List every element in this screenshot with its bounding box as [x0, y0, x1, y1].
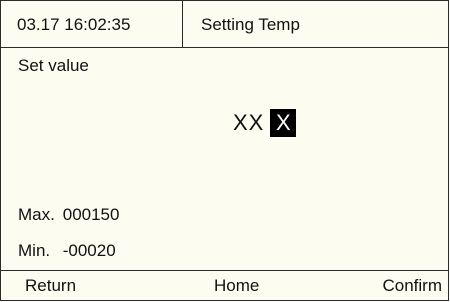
header-bar: 03.17 16:02:35 Setting Temp: [1, 1, 448, 48]
footer-bar: Return Home Confirm: [1, 270, 448, 300]
max-label: Max.: [18, 205, 55, 224]
header-divider: [182, 1, 183, 47]
min-value: -00020: [62, 241, 116, 260]
max-value: 000150: [62, 205, 120, 224]
confirm-button[interactable]: Confirm: [382, 271, 442, 301]
lcd-screen: 03.17 16:02:35 Setting Temp Set value XX…: [0, 0, 449, 301]
value-cursor-digit[interactable]: X: [270, 109, 297, 137]
set-value-label: Set value: [18, 56, 89, 75]
min-limit-row: Min. -00020: [18, 241, 116, 261]
datetime-display: 03.17 16:02:35: [17, 15, 131, 34]
value-digits: XX: [233, 110, 265, 135]
home-button[interactable]: Home: [214, 271, 259, 301]
max-limit-row: Max. 000150: [18, 205, 119, 225]
min-label: Min.: [18, 241, 51, 260]
page-title: Setting Temp: [201, 15, 300, 34]
return-button[interactable]: Return: [25, 271, 76, 301]
value-editor[interactable]: XX X: [233, 108, 297, 138]
